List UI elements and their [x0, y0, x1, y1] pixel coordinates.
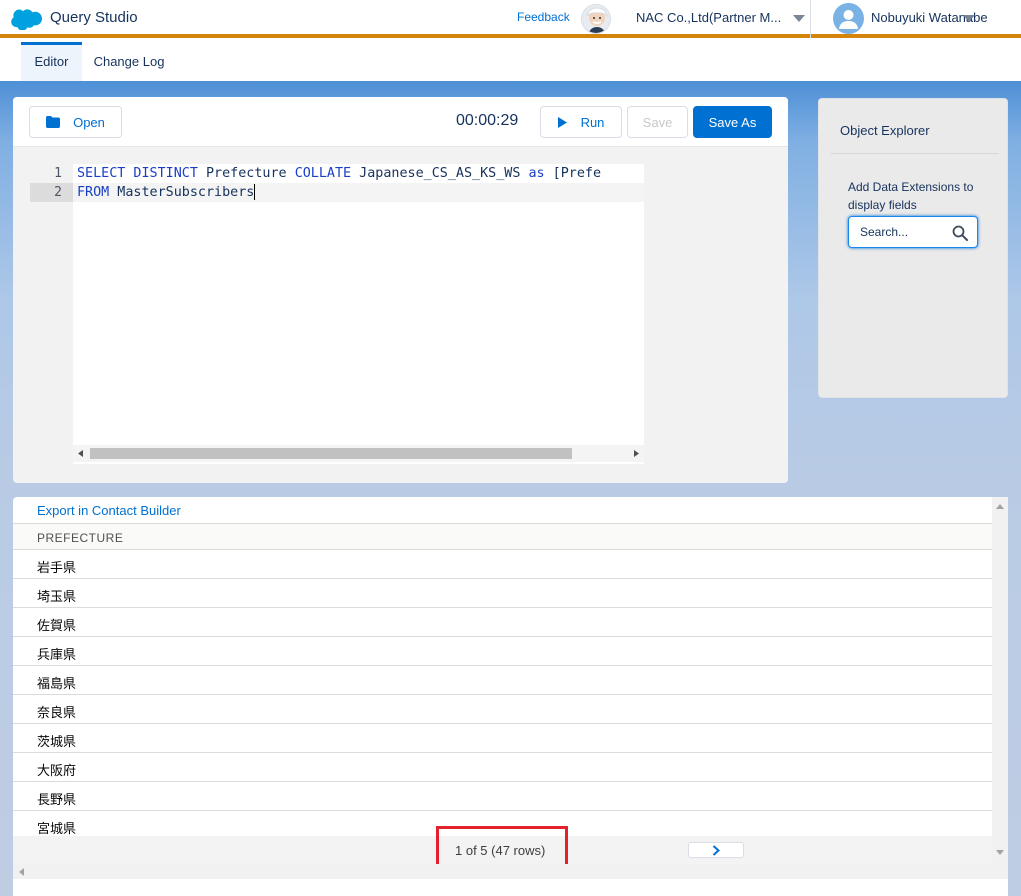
scroll-left-icon[interactable]	[19, 868, 24, 876]
save-button-label: Save	[642, 114, 673, 130]
query-editor-panel: Open 00:00:29 Run Save Save As 1 2 SELEC…	[13, 97, 788, 483]
editor-toolbar: Open 00:00:29 Run Save Save As	[13, 97, 788, 147]
horizontal-scrollbar[interactable]	[73, 445, 644, 462]
save-as-button[interactable]: Save As	[693, 106, 772, 138]
table-row: 長野県	[13, 782, 992, 811]
run-button-label: Run	[580, 114, 605, 130]
play-icon	[557, 116, 567, 128]
line-number: 2	[54, 185, 62, 200]
tab-bar: Editor Change Log	[0, 42, 1021, 81]
table-cell: 福島県	[37, 676, 77, 691]
line-number-gutter: 1 2	[30, 164, 73, 464]
search-icon[interactable]	[952, 225, 968, 241]
table-cell: 大阪府	[37, 763, 77, 778]
app-title: Query Studio	[50, 9, 138, 26]
table-cell: 埼玉県	[37, 589, 77, 604]
object-explorer-panel: Object Explorer Add Data Extensions to d…	[818, 98, 1008, 398]
table-cell: 長野県	[37, 792, 77, 807]
next-page-button[interactable]	[688, 842, 744, 858]
scroll-down-icon[interactable]	[996, 850, 1004, 855]
object-explorer-title: Object Explorer	[840, 123, 930, 138]
tab-change-log[interactable]: Change Log	[86, 42, 172, 81]
table-row: 福島県	[13, 666, 992, 695]
query-timer: 00:00:29	[456, 112, 519, 129]
table-header: PREFECTURE	[13, 523, 992, 550]
table-row: 大阪府	[13, 753, 992, 782]
search-input[interactable]	[860, 223, 950, 241]
code-text-area[interactable]: SELECT DISTINCT Prefecture COLLATE Japan…	[73, 164, 644, 464]
code-line-1: SELECT DISTINCT Prefecture COLLATE Japan…	[77, 166, 602, 181]
table-cell: 茨城県	[37, 734, 77, 749]
chevron-right-icon	[712, 845, 720, 856]
org-chevron-down-icon[interactable]	[793, 15, 805, 22]
table-cell: 宮城県	[37, 821, 77, 836]
einstein-avatar-icon	[581, 4, 611, 34]
table-row: 兵庫県	[13, 637, 992, 666]
sql-code-editor[interactable]: 1 2 SELECT DISTINCT Prefecture COLLATE J…	[30, 164, 644, 464]
horizontal-scroll-thumb[interactable]	[90, 448, 572, 459]
salesforce-cloud-icon[interactable]	[10, 8, 42, 30]
save-as-button-label: Save As	[708, 114, 757, 130]
open-button-label: Open	[73, 114, 105, 130]
run-button[interactable]: Run	[540, 106, 622, 138]
table-cell: 兵庫県	[37, 647, 77, 662]
header-divider	[810, 0, 811, 38]
object-explorer-hint: Add Data Extensions to display fields	[848, 180, 974, 212]
column-header-prefecture[interactable]: PREFECTURE	[37, 531, 123, 545]
results-horizontal-scrollbar[interactable]	[13, 864, 992, 879]
user-chevron-down-icon[interactable]	[963, 15, 975, 22]
results-vertical-scrollbar[interactable]	[992, 497, 1008, 879]
table-cell: 佐賀県	[37, 618, 77, 633]
open-button[interactable]: Open	[29, 106, 122, 138]
table-row: 埼玉県	[13, 579, 992, 608]
folder-icon	[46, 116, 61, 128]
table-row: 奈良県	[13, 695, 992, 724]
scroll-up-icon[interactable]	[996, 504, 1004, 509]
scroll-right-icon[interactable]	[634, 450, 639, 457]
save-button[interactable]: Save	[627, 106, 688, 138]
line-number: 1	[54, 166, 62, 181]
data-extension-search[interactable]	[848, 216, 978, 248]
scroll-left-icon[interactable]	[78, 450, 83, 457]
table-row: 茨城県	[13, 724, 992, 753]
code-line-2: FROM MasterSubscribers	[77, 184, 256, 200]
divider	[831, 153, 999, 154]
table-cell: 岩手県	[37, 560, 77, 575]
export-contact-builder-link[interactable]: Export in Contact Builder	[37, 503, 181, 518]
table-row: 岩手県	[13, 550, 992, 579]
user-avatar[interactable]	[833, 3, 864, 34]
workspace-background: Open 00:00:29 Run Save Save As 1 2 SELEC…	[0, 81, 1021, 896]
query-results-panel: Export in Contact Builder PREFECTURE 岩手県…	[13, 497, 1008, 896]
table-cell: 奈良県	[37, 705, 77, 720]
global-header: Query Studio Feedback NAC Co.,Ltd(Partne…	[0, 0, 1021, 38]
results-table-body: 岩手県 埼玉県 佐賀県 兵庫県 福島県 奈良県 茨城県 大阪府 長野県 宮城県	[13, 550, 992, 840]
org-switcher[interactable]: NAC Co.,Ltd(Partner M...	[636, 10, 781, 25]
feedback-link[interactable]: Feedback	[517, 10, 570, 24]
text-cursor	[254, 184, 256, 200]
table-row: 佐賀県	[13, 608, 992, 637]
pagination-bar: 1 of 5 (47 rows)	[13, 826, 992, 873]
tab-editor[interactable]: Editor	[21, 42, 82, 81]
